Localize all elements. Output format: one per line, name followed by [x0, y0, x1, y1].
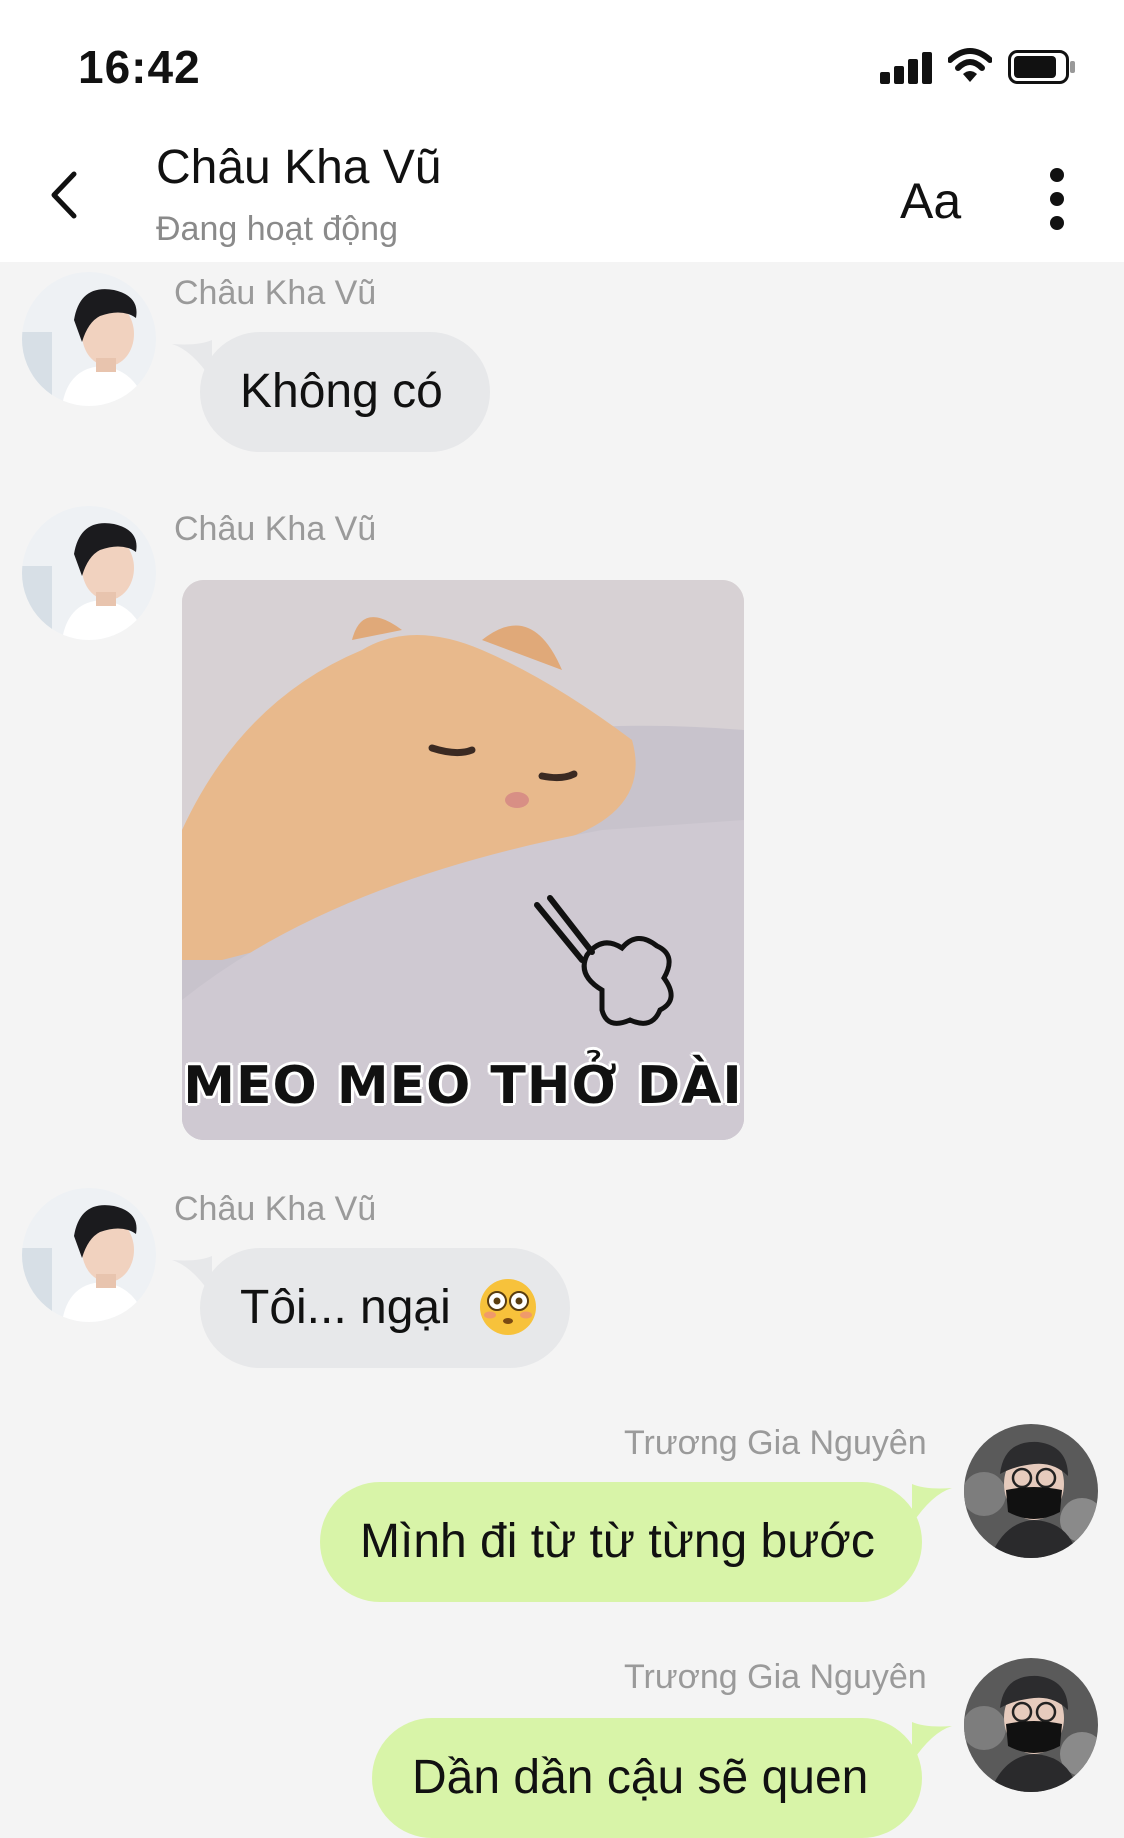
font-size-button[interactable]: Aa: [900, 172, 961, 230]
clock-time: 16:42: [78, 41, 201, 93]
contact-name[interactable]: Châu Kha Vũ: [156, 140, 442, 195]
sticker-caption: MEO MEO THỞ DÀI: [183, 1056, 743, 1116]
avatar[interactable]: [22, 272, 156, 406]
avatar[interactable]: [22, 506, 156, 640]
status-bar: 16:42: [0, 0, 1124, 120]
avatar[interactable]: [964, 1658, 1098, 1792]
sender-name: Châu Kha Vũ: [174, 1190, 377, 1228]
avatar[interactable]: [22, 1188, 156, 1322]
chevron-left-icon[interactable]: [46, 170, 80, 220]
message-text: Tôi... ngại: [240, 1281, 451, 1334]
sender-name: Trương Gia Nguyên: [624, 1658, 927, 1696]
bubble-tail: [912, 1484, 952, 1524]
wifi-icon: [948, 48, 992, 82]
message-bubble-incoming[interactable]: Không có: [200, 332, 490, 452]
message-text: Dần dần cậu sẽ quen: [412, 1751, 869, 1804]
flushed-face-icon: [480, 1279, 537, 1336]
message-bubble-outgoing[interactable]: Dần dần cậu sẽ quen: [372, 1718, 922, 1838]
battery-icon: [1008, 50, 1075, 84]
vertical-dots-icon[interactable]: [1042, 164, 1072, 234]
message-bubble-outgoing[interactable]: Mình đi từ từ từng bước: [320, 1482, 922, 1602]
sender-name: Trương Gia Nguyên: [624, 1424, 927, 1462]
message-text: Mình đi từ từ từng bước: [360, 1515, 875, 1568]
sender-name: Châu Kha Vũ: [174, 510, 377, 548]
contact-avatar-image: [22, 272, 156, 406]
user-avatar-image: [964, 1424, 1098, 1558]
chat-header: Châu Kha Vũ Đang hoạt động Aa: [0, 120, 1124, 262]
contact-avatar-image: [22, 1188, 156, 1322]
contact-avatar-image: [22, 506, 156, 640]
message-bubble-incoming[interactable]: Tôi... ngại: [200, 1248, 570, 1368]
avatar[interactable]: [964, 1424, 1098, 1558]
cellular-signal-icon: [880, 50, 934, 84]
sender-name: Châu Kha Vũ: [174, 274, 377, 312]
user-avatar-image: [964, 1658, 1098, 1792]
contact-status: Đang hoạt động: [156, 210, 398, 248]
sticker-message[interactable]: MEO MEO THỞ DÀI: [182, 580, 744, 1140]
message-text: Không có: [240, 365, 443, 418]
